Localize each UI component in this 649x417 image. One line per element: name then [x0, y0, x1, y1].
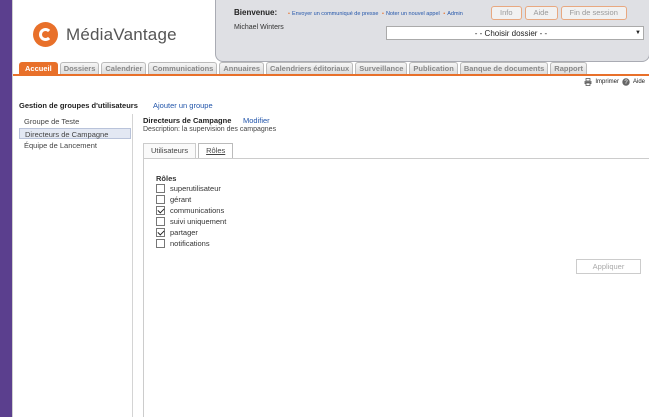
logo[interactable]: MédiaVantage [33, 22, 177, 47]
group-title: Directeurs de Campagne [143, 116, 232, 125]
link-new-call[interactable]: Noter un nouvel appel [386, 11, 440, 17]
tab-accueil[interactable]: Accueil [19, 62, 58, 74]
role-checkbox[interactable] [156, 239, 165, 248]
tab-calendrier[interactable]: Calendrier [101, 62, 147, 74]
dossier-select-value: - - Choisir dossier - - [474, 28, 548, 38]
role-row[interactable]: suivi uniquement [156, 216, 226, 227]
dropdown-arrow-icon: ▼ [635, 30, 641, 36]
tab-publication[interactable]: Publication [409, 62, 458, 74]
role-label: gérant [170, 195, 192, 204]
role-checkbox[interactable] [156, 195, 165, 204]
detail-tabs: Utilisateurs Rôles [143, 143, 235, 159]
roles-panel: Rôles superutilisateur gérant communicatio… [143, 158, 649, 417]
app-window: MédiaVantage Bienvenue: Michael Winters … [12, 0, 649, 417]
logo-mark-icon [33, 22, 58, 47]
apply-button[interactable]: Appliquer [576, 259, 641, 274]
bullet-icon: • [382, 11, 384, 17]
bullet-icon: • [443, 11, 446, 17]
modify-link[interactable]: Modifier [243, 116, 270, 125]
help-button[interactable]: Aide [524, 6, 558, 20]
link-admin[interactable]: Admin [447, 11, 463, 17]
logo-text: MédiaVantage [66, 24, 177, 44]
role-row[interactable]: notifications [156, 238, 226, 249]
add-group-link[interactable]: Ajouter un groupe [153, 101, 213, 110]
tab-communications[interactable]: Communications [148, 62, 218, 74]
tab-annuaires[interactable]: Annuaires [219, 62, 265, 74]
role-row[interactable]: gérant [156, 194, 226, 205]
roles-heading: Rôles [156, 174, 177, 183]
quick-links: • Envoyer un communiqué de presse • Noter … [286, 11, 463, 17]
info-button[interactable]: Info [491, 6, 522, 20]
role-row[interactable]: partager [156, 227, 226, 238]
tab-calendriers-editoriaux[interactable]: Calendriers éditoriaux [266, 62, 354, 74]
group-item-selected[interactable]: Directeurs de Campagne [19, 128, 131, 139]
roles-list: superutilisateur gérant communications suiv… [156, 183, 226, 249]
bullet-icon: • [288, 11, 290, 17]
link-send-press-release[interactable]: Envoyer un communiqué de presse [292, 11, 379, 17]
group-item[interactable]: Équipe de Lancement [19, 140, 131, 151]
group-description: Description: la supervision des campagne… [143, 126, 277, 133]
role-label: suivi uniquement [170, 217, 227, 226]
main-nav: Accueil Dossiers Calendrier Communicatio… [13, 62, 649, 76]
role-checkbox[interactable] [156, 184, 165, 193]
pane-divider[interactable] [132, 114, 133, 417]
tab-rapport[interactable]: Rapport [550, 62, 588, 74]
tab-dossiers[interactable]: Dossiers [59, 62, 100, 74]
section-title: Gestion de groupes d'utilisateurs [19, 101, 138, 110]
tab-utilisateurs[interactable]: Utilisateurs [143, 143, 197, 158]
help-icon[interactable]: ? [622, 78, 630, 86]
header: MédiaVantage Bienvenue: Michael Winters … [13, 0, 649, 68]
group-list: Groupe de Teste Directeurs de Campagne É… [19, 116, 131, 152]
group-item[interactable]: Groupe de Teste [19, 116, 131, 127]
role-checkbox[interactable] [156, 228, 165, 237]
role-checkbox[interactable] [156, 217, 165, 226]
tab-banque-documents[interactable]: Banque de documents [459, 62, 549, 74]
tool-row: Imprimer ? Aide [584, 78, 645, 86]
logout-button[interactable]: Fin de session [560, 6, 627, 20]
username: Michael Winters [234, 24, 284, 31]
role-row[interactable]: communications [156, 205, 226, 216]
tab-roles[interactable]: Rôles [198, 143, 234, 159]
role-label: superutilisateur [170, 184, 221, 193]
role-label: partager [170, 228, 198, 237]
role-row[interactable]: superutilisateur [156, 183, 226, 194]
help-link[interactable]: Aide [633, 79, 645, 85]
dossier-select[interactable]: - - Choisir dossier - - ▼ [386, 26, 644, 40]
welcome-label: Bienvenue: [234, 8, 278, 17]
user-panel: Bienvenue: Michael Winters • Envoyer un c… [215, 0, 649, 62]
tab-surveillance[interactable]: Surveillance [355, 62, 408, 74]
role-label: communications [170, 206, 225, 215]
print-link[interactable]: Imprimer [595, 79, 619, 85]
printer-icon[interactable] [584, 78, 592, 86]
role-label: notifications [170, 239, 210, 248]
top-buttons: Info Aide Fin de session [491, 6, 627, 20]
role-checkbox[interactable] [156, 206, 165, 215]
